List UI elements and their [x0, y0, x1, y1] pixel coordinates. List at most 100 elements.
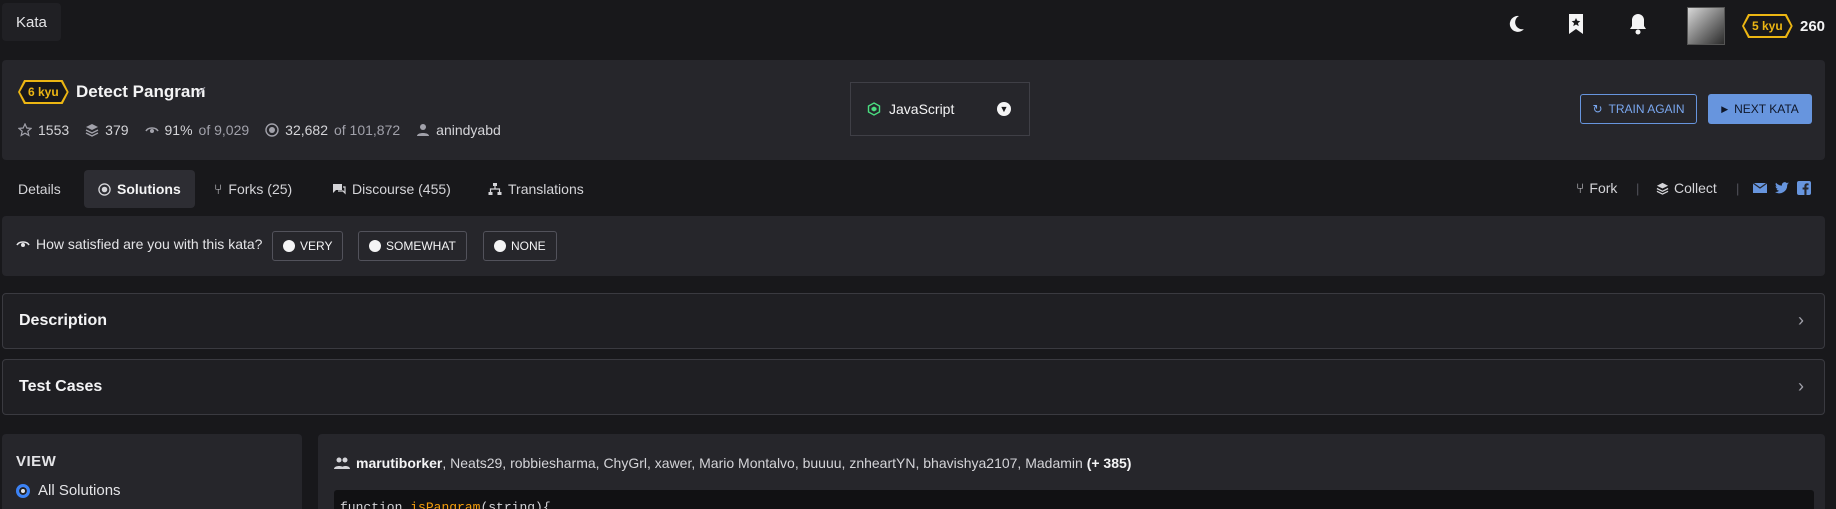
user-rank-badge: 5 kyu — [1742, 14, 1793, 38]
layers-icon — [1656, 182, 1669, 195]
test-cases-title: Test Cases — [19, 378, 103, 395]
stars-stat[interactable]: 1553 — [18, 122, 69, 138]
none-label: NONE — [511, 239, 546, 253]
survey-question-text: How satisfied are you with this kata? — [36, 236, 263, 252]
chevron-down-icon: ▼ — [997, 102, 1011, 116]
tab-discourse-label: Discourse (455) — [352, 181, 451, 197]
sitemap-icon — [488, 183, 502, 195]
all-solutions-radio[interactable]: All Solutions — [16, 482, 121, 499]
email-icon[interactable] — [1752, 180, 1768, 196]
radio-selected-icon — [16, 483, 30, 498]
bell-icon[interactable] — [1626, 12, 1650, 36]
eye-icon — [16, 241, 30, 247]
code-rest: (string){ — [480, 500, 551, 509]
user-rank-label: 5 kyu — [1752, 19, 1783, 33]
user-icon — [417, 124, 430, 136]
language-select[interactable]: JavaScript ▼ — [850, 82, 1030, 136]
code-function-name: isPangram — [410, 500, 481, 509]
lead-solver[interactable]: marutiborker — [356, 455, 442, 471]
users-icon — [334, 457, 350, 469]
fork-icon: ⑂ — [214, 181, 223, 197]
solvers-list: marutiborker, Neats29, robbiesharma, Chy… — [334, 455, 1131, 471]
language-label: JavaScript — [889, 101, 955, 117]
kata-rank-label: 6 kyu — [28, 85, 59, 99]
comments-icon — [333, 184, 346, 195]
survey-question: How satisfied are you with this kata? — [16, 236, 262, 252]
tab-forks[interactable]: ⑂ Forks (25) — [200, 170, 306, 208]
tab-translations[interactable]: Translations — [474, 170, 598, 208]
view-title: VIEW — [16, 453, 57, 470]
view-filter-panel: VIEW All Solutions — [2, 434, 302, 509]
solution-card: marutiborker, Neats29, robbiesharma, Chy… — [318, 434, 1825, 509]
somewhat-label: SOMEWHAT — [386, 239, 456, 253]
fork-icon: ⑂ — [1576, 180, 1585, 196]
very-label: VERY — [300, 239, 333, 253]
eye-icon — [144, 127, 159, 133]
honor-score: 260 — [1800, 18, 1826, 35]
refresh-icon: ↻ — [1592, 102, 1603, 116]
author-stat[interactable]: anindyabd — [416, 122, 501, 138]
twitter-icon[interactable] — [1774, 180, 1790, 196]
satisfaction-stat: 91% of 9,029 — [144, 122, 250, 138]
collect-button[interactable]: Collect — [1656, 180, 1717, 196]
check-icon: ✓ — [196, 83, 208, 99]
collect-label: Collect — [1674, 180, 1717, 196]
moon-icon[interactable] — [1504, 12, 1528, 36]
collections-stat: 379 — [85, 122, 129, 138]
more-solvers[interactable]: (+ 385) — [1087, 455, 1132, 471]
somewhat-button[interactable]: SOMEWHAT — [358, 231, 467, 261]
fork-label: Fork — [1589, 180, 1618, 196]
all-solutions-label: All Solutions — [38, 482, 121, 499]
description-title: Description — [19, 312, 108, 329]
none-button[interactable]: NONE — [483, 231, 557, 261]
completed-count: 32,682 — [285, 122, 328, 138]
tab-details-label: Details — [18, 181, 61, 197]
other-solvers: , Neats29, robbiesharma, ChyGrl, xawer, … — [442, 455, 1083, 471]
target-icon — [265, 123, 279, 137]
chevron-right-icon: › — [1798, 376, 1804, 396]
tab-forks-label: Forks (25) — [228, 181, 293, 197]
tab-solutions-label: Solutions — [117, 181, 181, 197]
code-block: function isPangram(string){ — [334, 490, 1814, 509]
kata-header: 6 kyu Detect Pangram ✓ 1553 379 91% of 9… — [2, 60, 1825, 160]
target-icon — [98, 182, 111, 196]
bookmark-icon[interactable] — [1564, 12, 1588, 36]
avatar[interactable] — [1687, 7, 1725, 45]
frown-icon — [494, 240, 506, 252]
satisfaction-survey: How satisfied are you with this kata? VE… — [2, 216, 1825, 276]
code-keyword: function — [340, 500, 403, 509]
divider: | — [1736, 181, 1740, 196]
smile-icon — [283, 240, 295, 252]
kata-tabs: Details Solutions ⑂ Forks (25) Discourse… — [2, 170, 1825, 208]
collections-count: 379 — [105, 122, 129, 138]
author-name: anindyabd — [436, 122, 501, 138]
tab-translations-label: Translations — [508, 181, 584, 197]
satisfaction-of: of 9,029 — [198, 122, 250, 138]
tab-discourse[interactable]: Discourse (455) — [318, 170, 465, 208]
satisfaction-pct: 91% — [164, 122, 193, 138]
next-kata-button[interactable]: ▶ NEXT KATA — [1708, 94, 1812, 124]
divider: | — [1636, 181, 1640, 196]
kata-stats: 1553 379 91% of 9,029 32,682 of 101,872 … — [18, 122, 501, 138]
test-cases-section[interactable]: Test Cases › — [2, 359, 1825, 415]
train-again-label: TRAIN AGAIN — [1608, 102, 1685, 116]
tab-solutions[interactable]: Solutions — [84, 170, 195, 208]
description-section[interactable]: Description › — [2, 293, 1825, 349]
layers-icon — [85, 124, 99, 137]
nodejs-icon — [867, 102, 881, 116]
fork-button[interactable]: ⑂ Fork — [1576, 180, 1617, 196]
breadcrumb[interactable]: Kata — [2, 3, 61, 41]
star-icon — [18, 123, 32, 137]
very-button[interactable]: VERY — [272, 231, 344, 261]
train-again-button[interactable]: ↻ TRAIN AGAIN — [1580, 94, 1697, 124]
completed-of: of 101,872 — [333, 122, 401, 138]
tab-details[interactable]: Details — [4, 170, 75, 208]
facebook-icon[interactable] — [1796, 180, 1812, 196]
meh-icon — [369, 240, 381, 252]
kata-rank-badge: 6 kyu — [18, 80, 69, 104]
kata-title: Detect Pangram — [76, 82, 206, 101]
play-icon: ▶ — [1721, 103, 1729, 114]
stars-count: 1553 — [38, 122, 70, 138]
breadcrumb-label: Kata — [16, 13, 47, 31]
completed-stat: 32,682 of 101,872 — [265, 122, 400, 138]
